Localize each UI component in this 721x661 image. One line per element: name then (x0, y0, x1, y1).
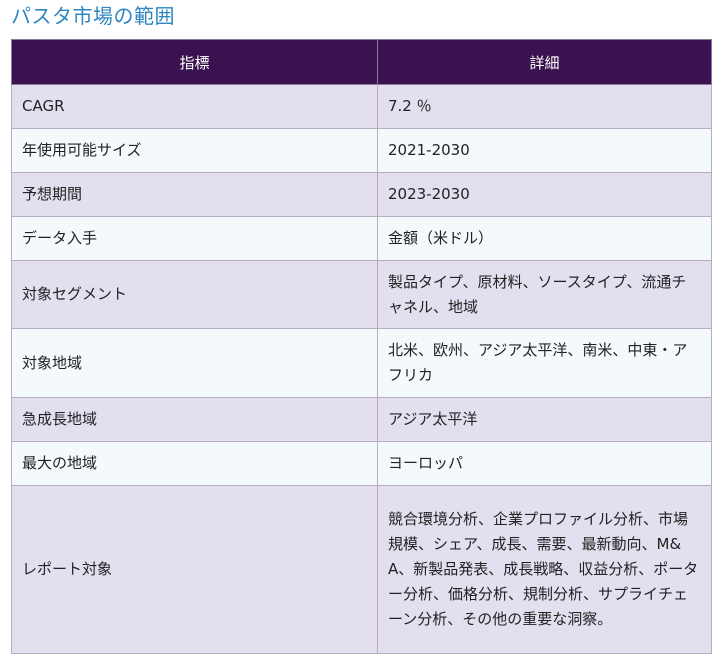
table-row: 急成長地域 アジア太平洋 (11, 397, 712, 442)
row-label: レポート対象 (11, 485, 378, 654)
row-value: 競合環境分析、企業プロファイル分析、市場規模、シェア、成長、需要、最新動向、M&… (377, 485, 712, 654)
page: パスタ市場の範囲 指標 詳細 CAGR 7.2 ％ 年使用可能サイズ 2021-… (0, 0, 721, 661)
row-value: ヨーロッパ (377, 441, 712, 486)
row-value: 北米、欧州、アジア太平洋、南米、中東・アフリカ (377, 328, 712, 398)
row-value: 7.2 ％ (377, 84, 712, 129)
table-row: データ入手 金額（米ドル） (11, 216, 712, 261)
row-label: 予想期間 (11, 172, 378, 217)
row-label: CAGR (11, 84, 378, 129)
row-value: 2021-2030 (377, 128, 712, 173)
table-row: 最大の地域 ヨーロッパ (11, 441, 712, 486)
row-label: データ入手 (11, 216, 378, 261)
market-scope-table: 指標 詳細 CAGR 7.2 ％ 年使用可能サイズ 2021-2030 予想期間… (11, 39, 712, 654)
row-label: 年使用可能サイズ (11, 128, 378, 173)
row-value: 製品タイプ、原材料、ソースタイプ、流通チャネル、地域 (377, 260, 712, 329)
row-label: 対象地域 (11, 328, 378, 398)
row-label: 最大の地域 (11, 441, 378, 486)
header-detail: 詳細 (377, 39, 712, 85)
row-label: 急成長地域 (11, 397, 378, 442)
table-header-row: 指標 詳細 (11, 39, 712, 85)
table-row: レポート対象 競合環境分析、企業プロファイル分析、市場規模、シェア、成長、需要、… (11, 485, 712, 654)
row-value: 2023-2030 (377, 172, 712, 217)
page-title: パスタ市場の範囲 (11, 4, 175, 28)
table-row: 予想期間 2023-2030 (11, 172, 712, 217)
row-label: 対象セグメント (11, 260, 378, 329)
row-value: アジア太平洋 (377, 397, 712, 442)
table-row: 年使用可能サイズ 2021-2030 (11, 128, 712, 173)
header-metric: 指標 (11, 39, 378, 85)
row-value: 金額（米ドル） (377, 216, 712, 261)
table-row: 対象地域 北米、欧州、アジア太平洋、南米、中東・アフリカ (11, 328, 712, 398)
table-row: CAGR 7.2 ％ (11, 84, 712, 129)
table-row: 対象セグメント 製品タイプ、原材料、ソースタイプ、流通チャネル、地域 (11, 260, 712, 329)
